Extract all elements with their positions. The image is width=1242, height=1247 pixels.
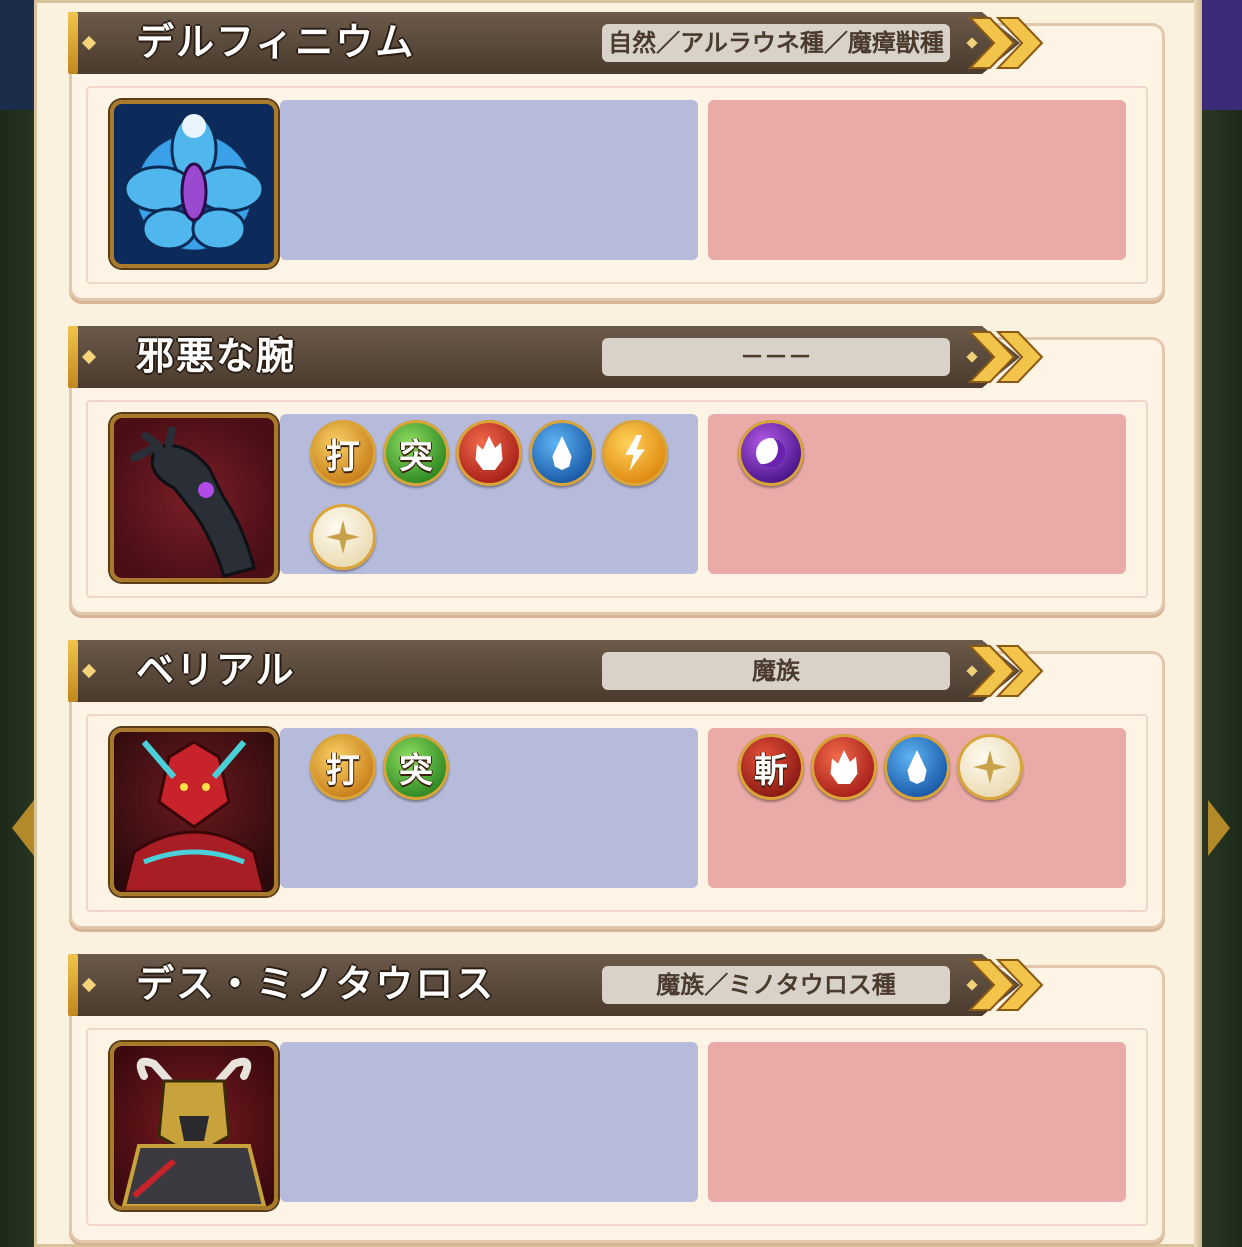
monster-portrait[interactable] bbox=[110, 1042, 278, 1210]
pierce-element-icon: 突 bbox=[383, 420, 449, 486]
fire-glyph-icon bbox=[830, 750, 858, 784]
delphinium-art bbox=[123, 113, 265, 251]
monster-portrait[interactable] bbox=[110, 100, 278, 268]
blunt-element-label: 打 bbox=[326, 436, 360, 477]
chevron-right-icon[interactable] bbox=[962, 16, 1052, 70]
pierce-element-label: 突 bbox=[399, 436, 433, 477]
chevron-right-icon[interactable] bbox=[962, 958, 1052, 1012]
light-glyph-icon bbox=[973, 750, 1007, 784]
header-accent bbox=[68, 640, 78, 702]
monster-portrait[interactable] bbox=[110, 414, 278, 582]
monster-name: デルフィニウム bbox=[136, 20, 416, 64]
dark-glyph-icon bbox=[756, 438, 786, 468]
belial-art bbox=[122, 740, 266, 892]
fire-element-icon bbox=[811, 734, 877, 800]
blunt-element-label: 打 bbox=[326, 750, 360, 791]
water-element-icon bbox=[529, 420, 595, 486]
resistance-area bbox=[708, 414, 1126, 574]
light-element-icon bbox=[957, 734, 1023, 800]
monster-card[interactable]: ベリアル 魔族 打突 斬 bbox=[68, 640, 1162, 926]
monster-card[interactable]: 邪悪な腕 －－－ 打突 bbox=[68, 326, 1162, 612]
water-glyph-icon bbox=[552, 436, 572, 470]
monster-portrait[interactable] bbox=[110, 728, 278, 896]
background-right bbox=[1198, 0, 1242, 110]
thunder-element-icon bbox=[602, 420, 668, 486]
monster-card[interactable]: デス・ミノタウロス 魔族／ミノタウロス種 bbox=[68, 954, 1162, 1240]
pierce-element-label: 突 bbox=[399, 750, 433, 791]
monster-type: 自然／アルラウネ種／魔瘴獣種 bbox=[602, 24, 950, 62]
monster-name: 邪悪な腕 bbox=[136, 334, 297, 378]
thunder-glyph-icon bbox=[625, 435, 645, 471]
weakness-area: 打突 bbox=[280, 414, 698, 574]
header-accent bbox=[68, 326, 78, 388]
resistance-area bbox=[708, 100, 1126, 260]
header-accent bbox=[68, 12, 78, 74]
next-page-arrow-icon[interactable] bbox=[1208, 800, 1230, 856]
resistance-area bbox=[708, 1042, 1126, 1202]
slash-element-label: 斬 bbox=[754, 750, 788, 791]
monster-type: －－－ bbox=[602, 338, 950, 376]
monster-card[interactable]: デルフィニウム 自然／アルラウネ種／魔瘴獣種 bbox=[68, 12, 1162, 298]
monster-type: 魔族／ミノタウロス種 bbox=[602, 966, 950, 1004]
scrollbar[interactable] bbox=[1194, 0, 1202, 1247]
light-glyph-icon bbox=[326, 520, 360, 554]
water-glyph-icon bbox=[907, 750, 927, 784]
monster-name: デス・ミノタウロス bbox=[136, 962, 496, 1006]
weakness-area: 打突 bbox=[280, 728, 698, 888]
fire-element-icon bbox=[456, 420, 522, 486]
fire-glyph-icon bbox=[475, 436, 503, 470]
weakness-area bbox=[280, 100, 698, 260]
header-accent bbox=[68, 954, 78, 1016]
pierce-element-icon: 突 bbox=[383, 734, 449, 800]
weakness-area bbox=[280, 1042, 698, 1202]
blunt-element-icon: 打 bbox=[310, 420, 376, 486]
chevron-right-icon[interactable] bbox=[962, 644, 1052, 698]
monster-name: ベリアル bbox=[136, 648, 296, 692]
dark-element-icon bbox=[738, 420, 804, 486]
prev-page-arrow-icon[interactable] bbox=[12, 800, 34, 856]
evil-arm-art bbox=[130, 426, 256, 578]
water-element-icon bbox=[884, 734, 950, 800]
resistance-area: 斬 bbox=[708, 728, 1126, 888]
light-element-icon bbox=[310, 504, 376, 570]
chevron-right-icon[interactable] bbox=[962, 330, 1052, 384]
slash-element-icon: 斬 bbox=[738, 734, 804, 800]
monster-type: 魔族 bbox=[602, 652, 950, 690]
death-minotaur-art bbox=[121, 1057, 267, 1206]
blunt-element-icon: 打 bbox=[310, 734, 376, 800]
